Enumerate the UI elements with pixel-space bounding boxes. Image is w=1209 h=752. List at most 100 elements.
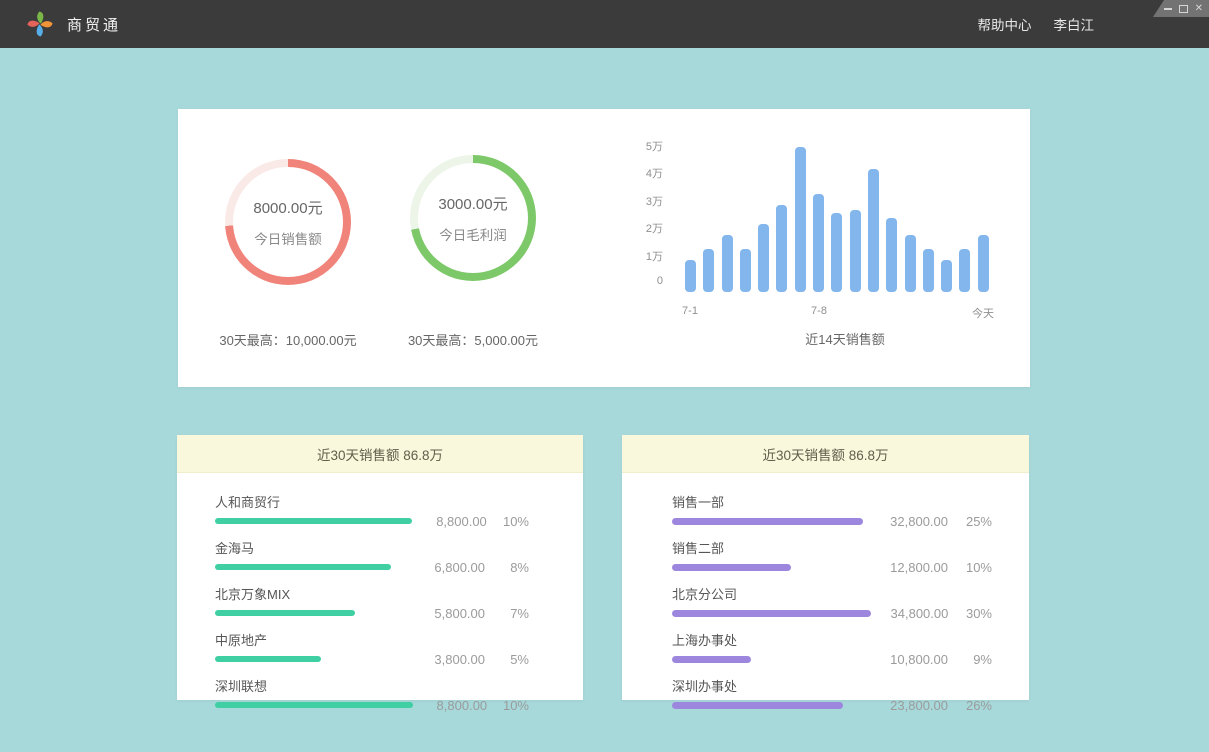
department-amount: 12,800.00 [870,560,948,575]
department-amount: 23,800.00 [870,698,948,713]
today-sales-value: 8000.00元 [253,197,322,218]
customer-amount: 6,800.00 [407,560,485,575]
sales-bar [868,169,879,292]
customer-percent: 5% [485,652,529,667]
list-item: 销售二部 12,800.00 10% [672,538,992,572]
customer-amount: 3,800.00 [407,652,485,667]
list-item: 深圳联想 8,800.00 10% [215,676,529,710]
x-tick-today: 今天 [961,305,1005,321]
y-tick-2: 2万 [627,220,663,236]
department-percent: 10% [948,560,992,575]
y-tick-1: 1万 [627,248,663,264]
department-name: 北京分公司 [672,584,992,603]
customer-rank-title: 近30天销售额 86.8万 [177,435,583,473]
department-bar [672,518,863,525]
customer-percent: 10% [487,698,529,713]
sales-bar [795,147,806,292]
customer-amount: 8,800.00 [413,698,487,713]
customer-percent: 10% [487,514,529,529]
list-item: 销售一部 32,800.00 25% [672,492,992,526]
department-name: 深圳办事处 [672,676,992,695]
sales-bars [685,142,996,292]
customer-bar [215,702,413,708]
x-tick-first: 7-1 [668,305,712,317]
customer-name: 深圳联想 [215,676,529,695]
customer-amount: 5,800.00 [407,606,485,621]
y-tick-3: 3万 [627,193,663,209]
sales-bar [758,224,769,292]
maximize-icon [1179,5,1188,13]
today-profit-donut: 3000.00元 今日毛利润 [410,155,536,281]
department-name: 销售二部 [672,538,992,557]
department-rank-title: 近30天销售额 86.8万 [622,435,1029,473]
today-sales-donut: 8000.00元 今日销售额 [225,159,351,285]
sales-bar [905,235,916,292]
department-name: 上海办事处 [672,630,992,649]
department-rank-card: 近30天销售额 86.8万 销售一部 32,800.00 25% 销售二部 12… [622,435,1029,700]
app-logo-pinwheel-icon [27,11,53,37]
y-tick-5: 5万 [627,138,663,154]
today-profit-value: 3000.00元 [438,193,507,214]
sales-bar [941,260,952,292]
customer-name: 北京万象MIX [215,584,529,603]
customer-name: 中原地产 [215,630,529,649]
department-amount: 32,800.00 [870,514,948,529]
minimize-icon [1164,8,1172,10]
department-amount: 10,800.00 [870,652,948,667]
list-item: 深圳办事处 23,800.00 26% [672,676,992,710]
department-bar [672,564,791,571]
customer-bar [215,610,355,616]
x-tick-mid: 7-8 [797,305,841,317]
customer-name: 人和商贸行 [215,492,529,511]
minimize-button[interactable] [1164,8,1172,10]
department-percent: 9% [948,652,992,667]
chart-title: 近14天销售额 [745,329,945,348]
sales-bar [813,194,824,292]
customer-percent: 7% [485,606,529,621]
maximize-button[interactable] [1179,5,1188,13]
username-link[interactable]: 李白江 [1054,14,1095,34]
sales-bar [685,260,696,292]
sales-bar [722,235,733,292]
sales-bar [850,210,861,292]
list-item: 人和商贸行 8,800.00 10% [215,492,529,526]
sales-bar [740,249,751,292]
window-controls: ✕ [1153,0,1209,17]
today-profit-label: 今日毛利润 [439,224,507,244]
customer-bar [215,518,412,524]
sales-bar [886,218,897,292]
y-tick-0: 0 [627,275,663,287]
department-amount: 34,800.00 [871,606,948,621]
help-center-link[interactable]: 帮助中心 [978,14,1032,34]
department-percent: 26% [948,698,992,713]
customer-name: 金海马 [215,538,529,557]
customer-rank-card: 近30天销售额 86.8万 人和商贸行 8,800.00 10% 金海马 6,8… [177,435,583,700]
customer-amount: 8,800.00 [412,514,487,529]
list-item: 上海办事处 10,800.00 9% [672,630,992,664]
titlebar: 商贸通 帮助中心 李白江 ✕ [0,0,1209,48]
customer-bar [215,656,321,662]
today-profit-donut-center: 3000.00元 今日毛利润 [418,163,528,273]
today-sales-label: 今日销售额 [254,228,322,248]
list-item: 中原地产 3,800.00 5% [215,630,529,664]
y-tick-4: 4万 [627,165,663,181]
department-name: 销售一部 [672,492,992,511]
sales-bar [703,249,714,292]
today-profit-caption: 30天最高：5,000.00元 [363,330,583,349]
sales-bar [959,249,970,292]
sales-bar [831,213,842,292]
app-title: 商贸通 [67,14,121,35]
customer-bar [215,564,391,570]
today-sales-donut-center: 8000.00元 今日销售额 [233,167,343,277]
list-item: 北京万象MIX 5,800.00 7% [215,584,529,618]
summary-card: 8000.00元 今日销售额 30天最高：10,000.00元 3000.00元… [178,109,1030,387]
close-button[interactable]: ✕ [1195,4,1203,14]
department-bar [672,656,751,663]
sales-bar [923,249,934,292]
department-bar [672,610,871,617]
customer-percent: 8% [485,560,529,575]
department-percent: 30% [948,606,992,621]
list-item: 金海马 6,800.00 8% [215,538,529,572]
list-item: 北京分公司 34,800.00 30% [672,584,992,618]
sales-bar [978,235,989,292]
